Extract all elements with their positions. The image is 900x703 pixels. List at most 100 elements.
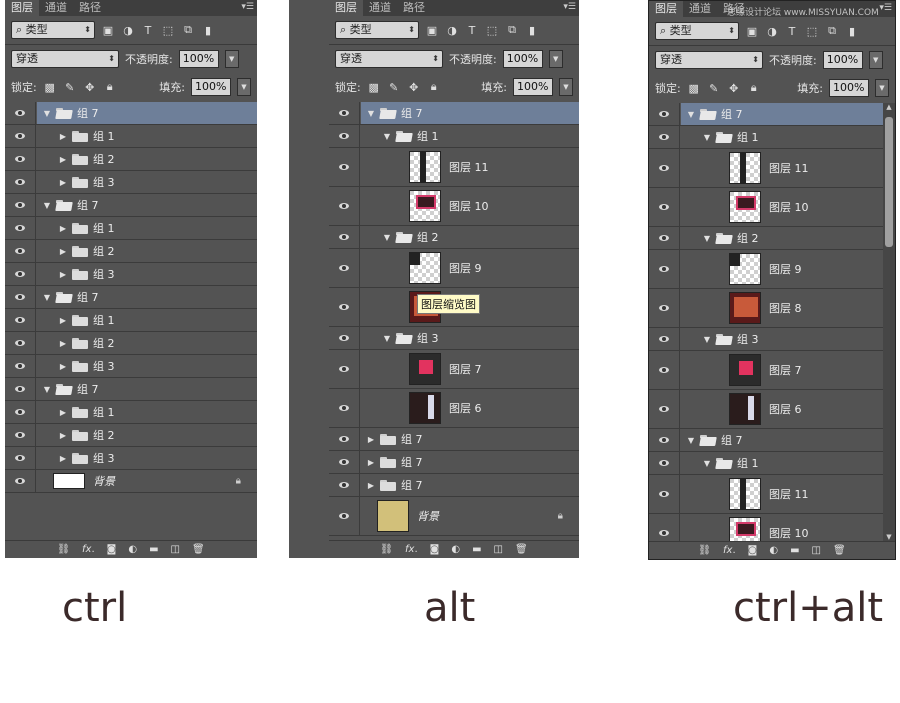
visibility-eye-icon[interactable] <box>5 240 36 262</box>
smart-object-filter-icon[interactable]: ⧉ <box>181 23 195 37</box>
mask-icon[interactable]: ◙ <box>107 544 117 555</box>
fill-input[interactable]: 100% <box>191 78 231 96</box>
collapse-triangle-icon[interactable]: ▶ <box>365 458 377 467</box>
fx-icon[interactable]: fx. <box>82 544 95 555</box>
collapse-triangle-icon[interactable]: ▶ <box>365 435 377 444</box>
collapse-triangle-icon[interactable]: ▶ <box>57 316 69 325</box>
visibility-eye-icon[interactable] <box>649 149 680 187</box>
lock-brush-icon[interactable]: ✎ <box>707 81 721 95</box>
opacity-input[interactable]: 100% <box>502 50 543 68</box>
group-row[interactable]: ▶ 组 7 <box>329 428 579 451</box>
group-row[interactable]: ▶ 组 1 <box>5 401 257 424</box>
layer-row[interactable]: 图层 11 <box>329 148 579 187</box>
visibility-eye-icon[interactable] <box>5 286 36 308</box>
visibility-eye-icon[interactable] <box>649 429 680 451</box>
filter-toggle-icon[interactable]: ▮ <box>845 24 859 38</box>
collapse-triangle-icon[interactable]: ▶ <box>57 178 69 187</box>
layer-content[interactable]: ▼ 组 1 <box>681 452 883 474</box>
lock-brush-icon[interactable]: ✎ <box>63 80 77 94</box>
visibility-eye-icon[interactable] <box>329 288 360 326</box>
adjustment-filter-icon[interactable]: ◑ <box>121 23 135 37</box>
layer-thumbnail[interactable] <box>409 353 441 385</box>
visibility-eye-icon[interactable] <box>649 289 680 327</box>
collapse-triangle-icon[interactable]: ▶ <box>57 454 69 463</box>
visibility-eye-icon[interactable] <box>649 103 680 125</box>
layer-content[interactable]: ▶ 组 7 <box>361 428 579 450</box>
layer-thumbnail[interactable] <box>729 292 761 324</box>
visibility-eye-icon[interactable] <box>329 474 360 496</box>
expand-triangle-icon[interactable]: ▼ <box>685 110 697 119</box>
image-filter-icon[interactable]: ▣ <box>745 24 759 38</box>
visibility-eye-icon[interactable] <box>5 401 36 423</box>
group-row[interactable]: ▶ 组 7 <box>329 474 579 497</box>
tab-paths[interactable]: 路径 <box>397 0 431 16</box>
layer-content[interactable]: ▶ 组 1 <box>37 125 257 147</box>
collapse-triangle-icon[interactable]: ▶ <box>57 408 69 417</box>
visibility-eye-icon[interactable] <box>329 497 360 535</box>
collapse-triangle-icon[interactable]: ▶ <box>57 224 69 233</box>
group-row[interactable]: ▼ 组 7 <box>5 286 257 309</box>
layer-content[interactable]: ▶ 组 2 <box>37 240 257 262</box>
group-row[interactable]: ▼ 组 2 <box>329 226 579 249</box>
layer-content[interactable]: ▼ 组 3 <box>361 327 579 349</box>
layer-content[interactable]: ▼ 组 7 <box>37 194 257 216</box>
collapse-triangle-icon[interactable]: ▶ <box>57 247 69 256</box>
filter-kind-select[interactable]: ⌕ 类型 ⬍ <box>11 21 95 39</box>
visibility-eye-icon[interactable] <box>329 125 360 147</box>
layer-content[interactable]: 图层缩览图 <box>361 288 579 326</box>
group-row[interactable]: ▶ 组 3 <box>5 355 257 378</box>
group-row[interactable]: ▼ 组 1 <box>649 452 883 475</box>
lock-transparent-icon[interactable]: ▩ <box>687 81 701 95</box>
image-filter-icon[interactable]: ▣ <box>425 23 439 37</box>
link-icon[interactable]: ⛓ <box>380 544 393 555</box>
layer-content[interactable]: ▶ 组 1 <box>37 309 257 331</box>
opacity-dropdown-icon[interactable]: ▼ <box>548 50 563 68</box>
layer-row[interactable]: 图层 10 <box>649 514 883 541</box>
expand-triangle-icon[interactable]: ▼ <box>701 234 713 243</box>
mask-icon[interactable]: ◙ <box>748 545 758 556</box>
group-row[interactable]: ▶ 组 1 <box>5 309 257 332</box>
collapse-triangle-icon[interactable]: ▶ <box>57 431 69 440</box>
visibility-eye-icon[interactable] <box>5 125 36 147</box>
layer-content[interactable]: ▼ 组 7 <box>37 102 257 124</box>
layer-content[interactable]: ▼ 组 1 <box>681 126 883 148</box>
background-layer-row[interactable]: 背景 🔒︎ <box>329 497 579 536</box>
layer-content[interactable]: ▶ 组 2 <box>37 332 257 354</box>
visibility-eye-icon[interactable] <box>5 424 36 446</box>
panel-menu-icon[interactable]: ▾☰ <box>879 3 892 13</box>
visibility-eye-icon[interactable] <box>329 148 360 186</box>
layer-thumbnail[interactable] <box>729 191 761 223</box>
blend-mode-select[interactable]: 穿透 ⬍ <box>11 50 119 68</box>
visibility-eye-icon[interactable] <box>329 451 360 473</box>
opacity-dropdown-icon[interactable]: ▼ <box>224 50 239 68</box>
expand-triangle-icon[interactable]: ▼ <box>41 201 53 210</box>
adjustment-icon[interactable]: ◐ <box>128 544 137 555</box>
expand-triangle-icon[interactable]: ▼ <box>365 109 377 118</box>
collapse-triangle-icon[interactable]: ▶ <box>57 339 69 348</box>
visibility-eye-icon[interactable] <box>5 309 36 331</box>
layer-thumbnail[interactable] <box>53 473 85 489</box>
visibility-eye-icon[interactable] <box>649 452 680 474</box>
group-row[interactable]: ▶ 组 7 <box>329 451 579 474</box>
expand-triangle-icon[interactable]: ▼ <box>701 459 713 468</box>
lock-all-icon[interactable]: 🔒︎ <box>103 80 117 94</box>
lock-all-icon[interactable]: 🔒︎ <box>427 80 441 94</box>
layer-content[interactable]: ▼ 组 2 <box>361 226 579 248</box>
background-layer-row[interactable]: 背景 🔒︎ <box>5 470 257 493</box>
shape-filter-icon[interactable]: ⬚ <box>485 23 499 37</box>
layer-thumbnail[interactable] <box>729 152 761 184</box>
panel-menu-icon[interactable]: ▾☰ <box>563 2 576 12</box>
layer-content[interactable]: 图层 9 <box>681 250 883 288</box>
visibility-eye-icon[interactable] <box>649 351 680 389</box>
visibility-eye-icon[interactable] <box>649 475 680 513</box>
visibility-eye-icon[interactable] <box>649 188 680 226</box>
layer-thumbnail[interactable] <box>409 151 441 183</box>
layer-thumbnail[interactable] <box>377 500 409 532</box>
shape-filter-icon[interactable]: ⬚ <box>161 23 175 37</box>
opacity-dropdown-icon[interactable]: ▼ <box>868 51 883 69</box>
layer-row[interactable]: 图层 7 <box>329 350 579 389</box>
layer-content[interactable]: 图层 6 <box>681 390 883 428</box>
visibility-eye-icon[interactable] <box>5 470 36 492</box>
layer-content[interactable]: 图层 7 <box>681 351 883 389</box>
layer-content[interactable]: 背景 🔒︎ <box>361 497 579 535</box>
